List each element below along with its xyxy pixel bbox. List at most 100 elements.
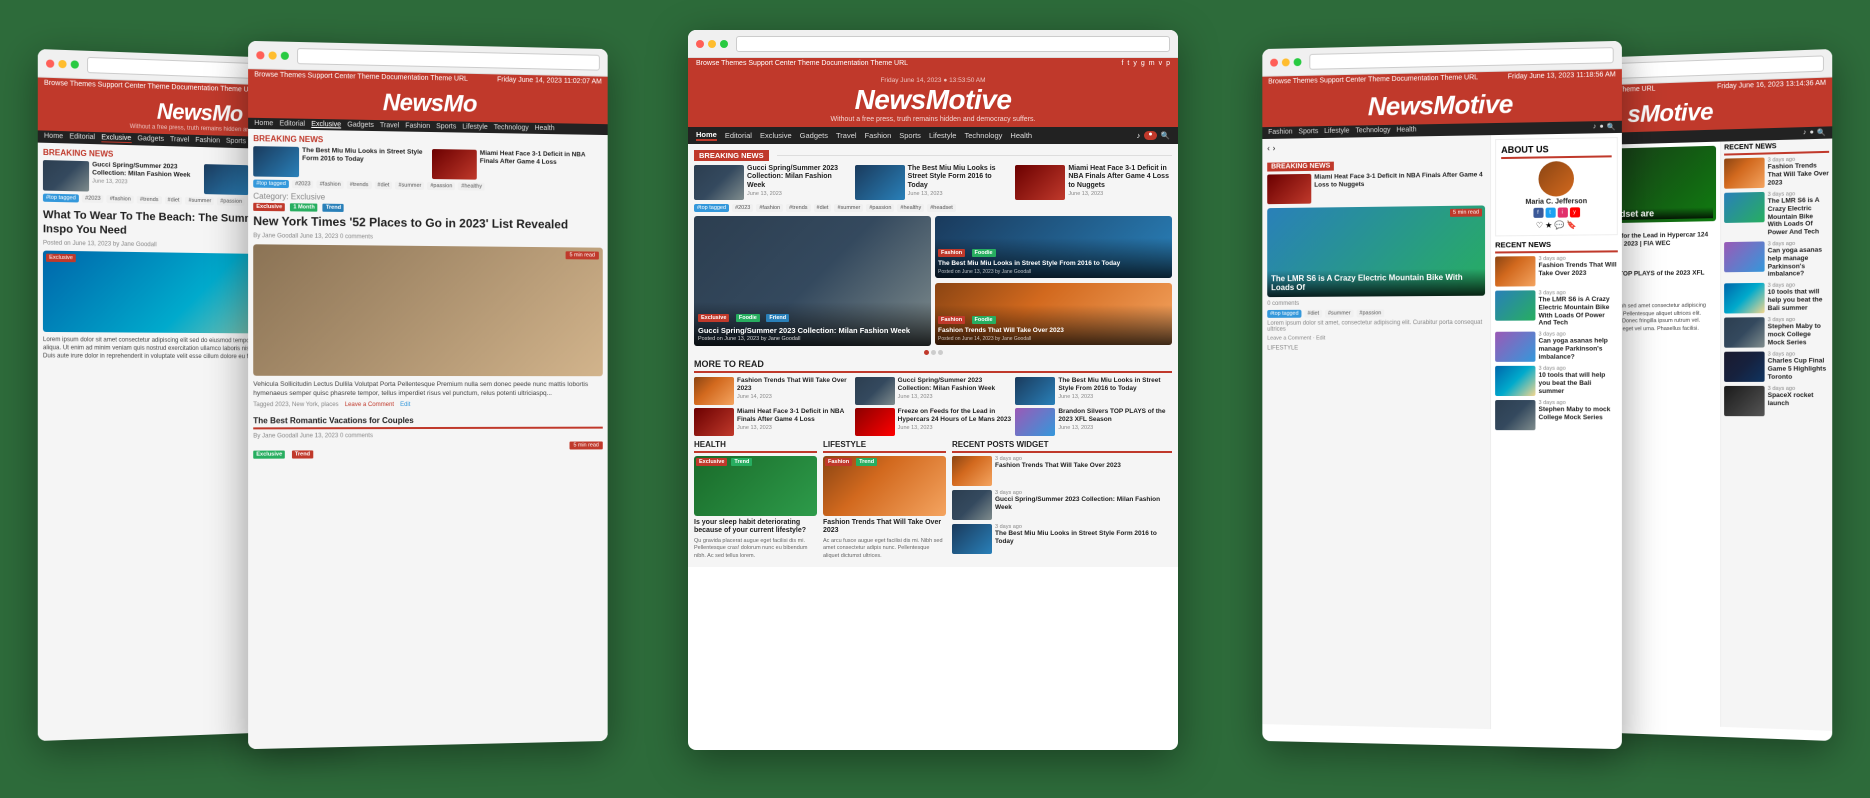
mr-nav-lifestyle[interactable]: Lifestyle: [1324, 128, 1349, 136]
heart-icon[interactable]: ♡: [1536, 221, 1543, 230]
nav-exclusive-c[interactable]: Exclusive: [760, 131, 792, 140]
bookmark-icon[interactable]: 🔖: [1567, 220, 1577, 229]
min-btn-c[interactable]: [708, 40, 716, 48]
fr-search[interactable]: 🔍: [1817, 129, 1826, 137]
nav-tech-c[interactable]: Technology: [964, 131, 1002, 140]
tag-2023[interactable]: #2023: [82, 194, 104, 203]
mr-nav-tech[interactable]: Technology: [1355, 127, 1390, 136]
url-bar-mr[interactable]: [1309, 47, 1613, 70]
dot-2[interactable]: [931, 350, 936, 355]
ml-nav-travel[interactable]: Travel: [380, 122, 399, 129]
social-fb[interactable]: f: [1533, 208, 1543, 218]
social-yt[interactable]: y: [1569, 207, 1579, 217]
minimize-button[interactable]: [58, 59, 66, 67]
mr-tag-summer[interactable]: #summer: [1325, 309, 1354, 317]
nav-editorial[interactable]: Editorial: [69, 133, 95, 142]
ml-tag-summer[interactable]: #summer: [395, 182, 424, 190]
min-btn-ml[interactable]: [269, 51, 277, 59]
ml-nav-gadgets[interactable]: Gadgets: [347, 122, 374, 130]
fr-music-icon[interactable]: ♪: [1803, 129, 1807, 137]
url-bar-ml[interactable]: [297, 47, 600, 70]
maximize-button[interactable]: [71, 60, 79, 68]
nav-gadgets[interactable]: Gadgets: [137, 135, 164, 144]
nav-home[interactable]: Home: [44, 133, 63, 142]
music-icon[interactable]: ♪: [1137, 131, 1141, 140]
mr-tag-passion[interactable]: #passion: [1356, 309, 1384, 317]
ml-tag-passion[interactable]: #passion: [427, 182, 455, 190]
tag-fashion[interactable]: #fashion: [107, 195, 134, 204]
mr-search[interactable]: 🔍: [1607, 123, 1616, 131]
max-btn-mr[interactable]: [1294, 58, 1302, 66]
tag-summer[interactable]: #summer: [185, 197, 214, 206]
ml-nav-home[interactable]: Home: [254, 120, 273, 127]
mr-music-icon[interactable]: ♪: [1593, 123, 1597, 131]
ml-edit[interactable]: Edit: [400, 402, 410, 408]
nav-gadgets-c[interactable]: Gadgets: [800, 131, 828, 140]
social-ig[interactable]: i: [1557, 207, 1567, 217]
ml-tag-diet[interactable]: #diet: [374, 181, 392, 189]
ml-nav-tech[interactable]: Technology: [494, 124, 529, 132]
mr-next[interactable]: ›: [1273, 144, 1276, 153]
mri-2[interactable]: Gucci Spring/Summer 2023 Collection: Mil…: [855, 377, 1012, 405]
tag-diet[interactable]: #diet: [165, 196, 183, 204]
fr-toggle[interactable]: ●: [1810, 129, 1814, 137]
mr-tag-top[interactable]: #top tagged: [1267, 310, 1301, 318]
social-v[interactable]: v: [1159, 60, 1163, 67]
center-tag-passion[interactable]: #passion: [866, 204, 894, 212]
ml-nav-exclusive[interactable]: Exclusive: [311, 121, 341, 129]
ml-tag-fashion[interactable]: #fashion: [317, 180, 344, 188]
social-f[interactable]: f: [1121, 60, 1123, 67]
close-btn-ml[interactable]: [256, 51, 264, 59]
max-btn-ml[interactable]: [281, 51, 289, 59]
tag-passion[interactable]: #passion: [217, 197, 245, 206]
ml-nav-sports[interactable]: Sports: [436, 123, 456, 130]
ml-tag-top[interactable]: #top tagged: [253, 180, 289, 189]
ml-tag-2023[interactable]: #2023: [292, 180, 314, 188]
ml-nav-health[interactable]: Health: [535, 125, 555, 132]
featured-side-2[interactable]: Fashion Foodie Fashion Trends That Will …: [935, 283, 1172, 345]
social-t[interactable]: t: [1127, 60, 1129, 67]
ml-tag-trends[interactable]: #trends: [347, 181, 372, 189]
nav-editorial-c[interactable]: Editorial: [725, 131, 752, 140]
mr-nav-fashion[interactable]: Fashion: [1268, 129, 1292, 137]
nav-sports[interactable]: Sports: [226, 138, 246, 147]
nav-travel-c[interactable]: Travel: [836, 131, 857, 140]
mri-6[interactable]: Brandon Silvers TOP PLAYS of the 2023 XF…: [1015, 408, 1172, 436]
center-tag-fashion[interactable]: #fashion: [756, 204, 783, 212]
comment-icon[interactable]: 💬: [1554, 221, 1564, 230]
close-button[interactable]: [46, 59, 54, 67]
nav-home-c[interactable]: Home: [696, 130, 717, 141]
social-g[interactable]: g: [1141, 60, 1145, 67]
center-tag-2023[interactable]: #2023: [732, 204, 753, 212]
mr-nav-sports[interactable]: Sports: [1298, 128, 1318, 136]
center-tag-healthy[interactable]: #healthy: [897, 204, 924, 212]
mri-1[interactable]: Fashion Trends That Will Take Over 2023 …: [694, 377, 851, 405]
close-btn-c[interactable]: [696, 40, 704, 48]
tag-top[interactable]: #top tagged: [43, 194, 79, 203]
toggle-icon[interactable]: ●: [1144, 131, 1156, 140]
dot-1[interactable]: [924, 350, 929, 355]
mr-prev[interactable]: ‹: [1267, 144, 1270, 153]
nav-health-c[interactable]: Health: [1010, 131, 1032, 140]
center-tag-top[interactable]: #top tagged: [694, 204, 729, 212]
max-btn-c[interactable]: [720, 40, 728, 48]
min-btn-mr[interactable]: [1282, 58, 1290, 66]
mr-toggle[interactable]: ●: [1599, 123, 1603, 131]
nav-lifestyle-c[interactable]: Lifestyle: [929, 131, 957, 140]
social-tw[interactable]: t: [1545, 208, 1555, 218]
center-tag-trends[interactable]: #trends: [786, 204, 810, 212]
featured-side-1[interactable]: Fashion Foodie The Best Miu Miu Looks in…: [935, 216, 1172, 278]
ml-leave-comment[interactable]: Leave a Comment: [345, 402, 394, 408]
mr-nav-health[interactable]: Health: [1396, 126, 1416, 134]
nav-exclusive[interactable]: Exclusive: [101, 134, 131, 143]
dot-3[interactable]: [938, 350, 943, 355]
nav-sports-c[interactable]: Sports: [899, 131, 921, 140]
center-tag-summer[interactable]: #summer: [834, 204, 863, 212]
search-icon[interactable]: 🔍: [1161, 131, 1170, 140]
mr-tag-diet[interactable]: #diet: [1304, 310, 1322, 318]
ml-nav-fashion[interactable]: Fashion: [405, 123, 430, 130]
ml-nav-lifestyle[interactable]: Lifestyle: [462, 124, 488, 131]
nav-fashion[interactable]: Fashion: [195, 137, 220, 146]
url-bar-center[interactable]: [736, 36, 1170, 52]
nav-travel[interactable]: Travel: [170, 136, 189, 145]
